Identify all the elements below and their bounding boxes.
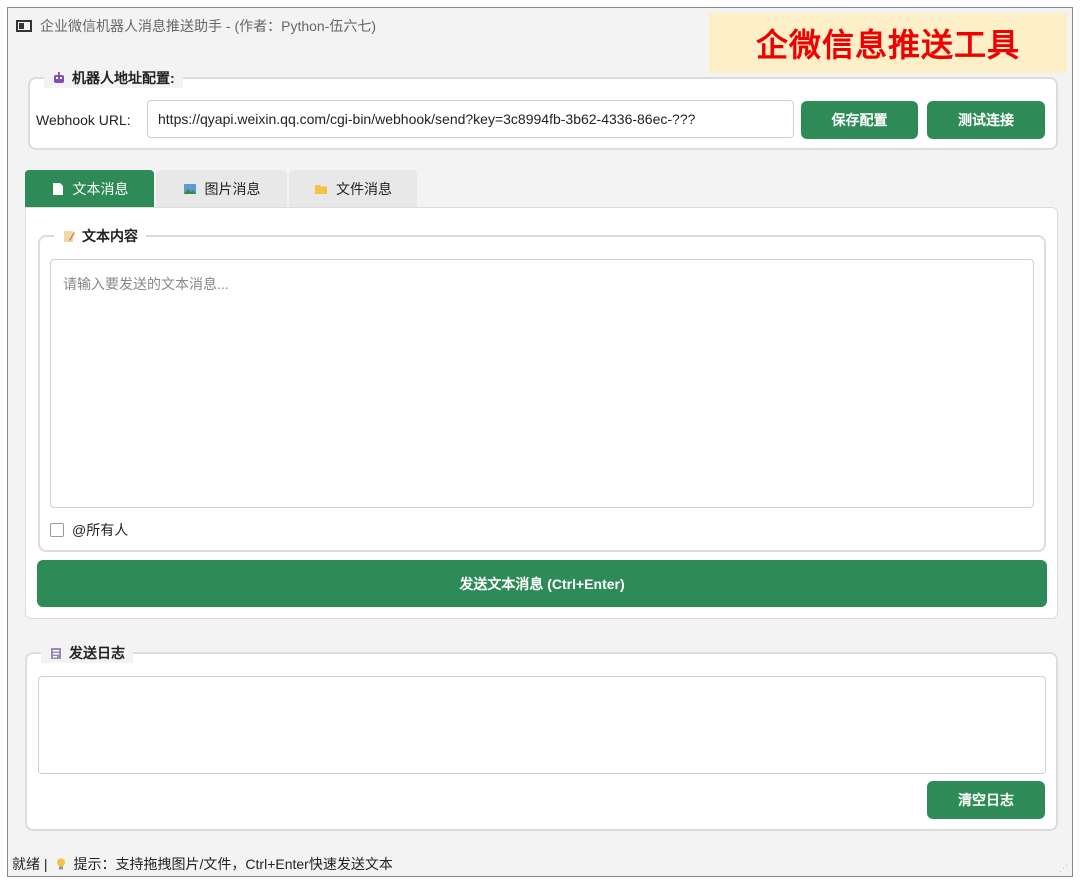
robot-icon (54, 72, 64, 83)
tab-image-message[interactable]: 图片消息 (156, 170, 287, 208)
folder-icon (315, 185, 327, 194)
window-title: 企业微信机器人消息推送助手 - (作者：Python-伍六七) (40, 18, 377, 34)
status-state: 就绪 | (12, 856, 48, 872)
tab-text-message[interactable]: 文本消息 (25, 170, 154, 208)
send-log-title: 发送日志 (41, 643, 133, 663)
webhook-url-input[interactable]: https://qyapi.weixin.qq.com/cgi-bin/webh… (147, 100, 794, 138)
status-bar: 就绪 | 提示：支持拖拽图片/文件，Ctrl+Enter快速发送文本 (8, 852, 1072, 876)
mention-all-label: @所有人 (72, 522, 129, 538)
text-message-input[interactable]: 请输入要发送的文本消息... (50, 259, 1034, 508)
lightbulb-icon (56, 858, 65, 870)
test-connection-button[interactable]: 测试连接 (927, 101, 1045, 139)
app-icon (16, 20, 32, 32)
resize-grip-icon[interactable]: ⋰ (1059, 863, 1069, 873)
robot-config-title: 机器人地址配置: (44, 68, 183, 88)
clipboard-icon (51, 648, 61, 659)
clear-log-button[interactable]: 清空日志 (927, 781, 1045, 819)
save-config-button[interactable]: 保存配置 (801, 101, 918, 139)
webhook-url-label: Webhook URL: (36, 112, 131, 128)
app-banner: 企微信息推送工具 (709, 13, 1067, 73)
send-log-output[interactable] (38, 676, 1046, 774)
mention-all-checkbox[interactable] (50, 523, 64, 537)
text-content-title: 文本内容 (54, 226, 146, 246)
image-icon (183, 184, 196, 194)
app-window: 企业微信机器人消息推送助手 - (作者：Python-伍六七) 企微信息推送工具… (7, 7, 1073, 877)
mention-all-row[interactable]: @所有人 (50, 520, 128, 540)
send-text-button[interactable]: 发送文本消息 (Ctrl+Enter) (37, 560, 1047, 607)
document-icon (52, 183, 63, 195)
memo-icon (64, 231, 75, 242)
tab-file-message[interactable]: 文件消息 (289, 170, 417, 208)
status-tip: 提示：支持拖拽图片/文件，Ctrl+Enter快速发送文本 (73, 856, 393, 872)
